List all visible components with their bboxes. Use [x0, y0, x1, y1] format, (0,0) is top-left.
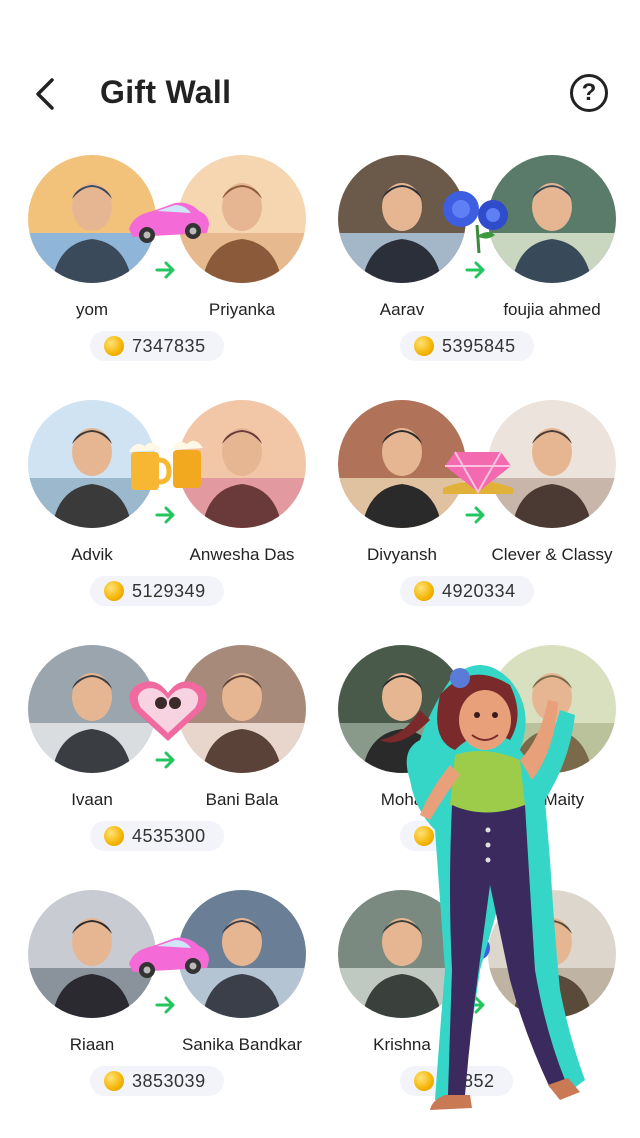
sender-name[interactable]: Aarav	[338, 300, 466, 320]
coin-icon	[414, 336, 434, 356]
pink-car-gift-icon	[129, 202, 209, 243]
gift-card[interactable]: Krishna Qure 04852	[338, 890, 638, 1130]
coin-total-badge: 4535300	[90, 821, 224, 851]
back-button[interactable]	[28, 74, 64, 114]
gift-item	[433, 430, 523, 500]
sender-name[interactable]: Moha	[338, 790, 466, 810]
pink-diamond-gift-icon	[443, 451, 513, 495]
coin-value: 5395845	[442, 335, 516, 356]
blue-rose-gift-icon	[466, 691, 490, 715]
arrow-right-icon	[155, 506, 175, 524]
sender-name[interactable]: Ivaan	[28, 790, 156, 810]
gift-card[interactable]: Aarav foujia ahmed 5395845	[338, 155, 638, 395]
sender-name[interactable]: Divyansh	[338, 545, 466, 565]
beer-mugs-gift-icon	[129, 440, 203, 490]
arrow-right-icon	[465, 506, 485, 524]
gift-item	[433, 185, 523, 255]
coin-icon	[104, 826, 124, 846]
blue-rose-gift-icon	[466, 936, 490, 960]
receiver-name[interactable]: Anwesha Das	[178, 545, 306, 565]
gift-item	[123, 920, 213, 990]
coin-icon	[104, 581, 124, 601]
coin-value: 04852	[442, 1070, 495, 1091]
gift-card[interactable]: Moha pa Maity 604	[338, 645, 638, 885]
arrow-right-icon	[155, 996, 175, 1014]
arrow-right-icon	[465, 996, 485, 1014]
coin-value: 5129349	[132, 580, 206, 601]
coin-icon	[414, 581, 434, 601]
coin-total-badge: 04852	[400, 1066, 513, 1096]
gift-card[interactable]: Advik Anwesha Das 5129349	[28, 400, 328, 640]
coin-icon	[104, 336, 124, 356]
coin-total-badge: 604	[400, 821, 492, 851]
receiver-name[interactable]: foujia ahmed	[488, 300, 616, 320]
gift-card[interactable]: Ivaan Bani Bala 4535300	[28, 645, 328, 885]
receiver-name[interactable]: Sanika Bandkar	[178, 1035, 306, 1055]
sender-name[interactable]: Riaan	[28, 1035, 156, 1055]
gift-card[interactable]: Divyansh Clever & Classy 4920334	[338, 400, 638, 640]
coin-value: 4535300	[132, 825, 206, 846]
couple-heart-gift-icon	[129, 681, 207, 741]
coin-total-badge: 7347835	[90, 331, 224, 361]
coin-total-badge: 5395845	[400, 331, 534, 361]
coin-total-badge: 4920334	[400, 576, 534, 606]
receiver-name[interactable]: Priyanka	[178, 300, 306, 320]
coin-value: 604	[442, 825, 474, 846]
blue-roses-gift-icon	[443, 191, 508, 254]
gift-card[interactable]: yom Priyanka 7347835	[28, 155, 328, 395]
gift-item	[123, 675, 213, 745]
page-title: Gift Wall	[100, 74, 232, 110]
coin-icon	[104, 1071, 124, 1091]
pink-car-gift-icon	[129, 937, 209, 978]
coin-total-badge: 5129349	[90, 576, 224, 606]
gift-item	[123, 430, 213, 500]
coin-total-badge: 3853039	[90, 1066, 224, 1096]
question-circle-icon: ?	[581, 79, 597, 106]
coin-icon	[414, 826, 434, 846]
gift-item	[123, 185, 213, 255]
sender-name[interactable]: Advik	[28, 545, 156, 565]
app-header: Gift Wall ?	[0, 0, 640, 140]
gift-item	[433, 920, 523, 990]
help-button[interactable]: ?	[570, 74, 608, 112]
arrow-right-icon	[465, 751, 485, 769]
coin-value: 3853039	[132, 1070, 206, 1091]
receiver-name[interactable]: Bani Bala	[178, 790, 306, 810]
coin-value: 4920334	[442, 580, 516, 601]
sender-name[interactable]: yom	[28, 300, 156, 320]
arrow-right-icon	[465, 261, 485, 279]
receiver-name[interactable]: Qure	[488, 1035, 616, 1055]
receiver-name[interactable]: Clever & Classy	[488, 545, 616, 565]
chevron-left-icon	[36, 78, 54, 110]
coin-value: 7347835	[132, 335, 206, 356]
arrow-right-icon	[155, 751, 175, 769]
receiver-name[interactable]: pa Maity	[488, 790, 616, 810]
sender-name[interactable]: Krishna	[338, 1035, 466, 1055]
coin-icon	[414, 1071, 434, 1091]
gift-item	[433, 675, 523, 745]
gift-card[interactable]: Riaan Sanika Bandkar 3853039	[28, 890, 328, 1130]
arrow-right-icon	[155, 261, 175, 279]
